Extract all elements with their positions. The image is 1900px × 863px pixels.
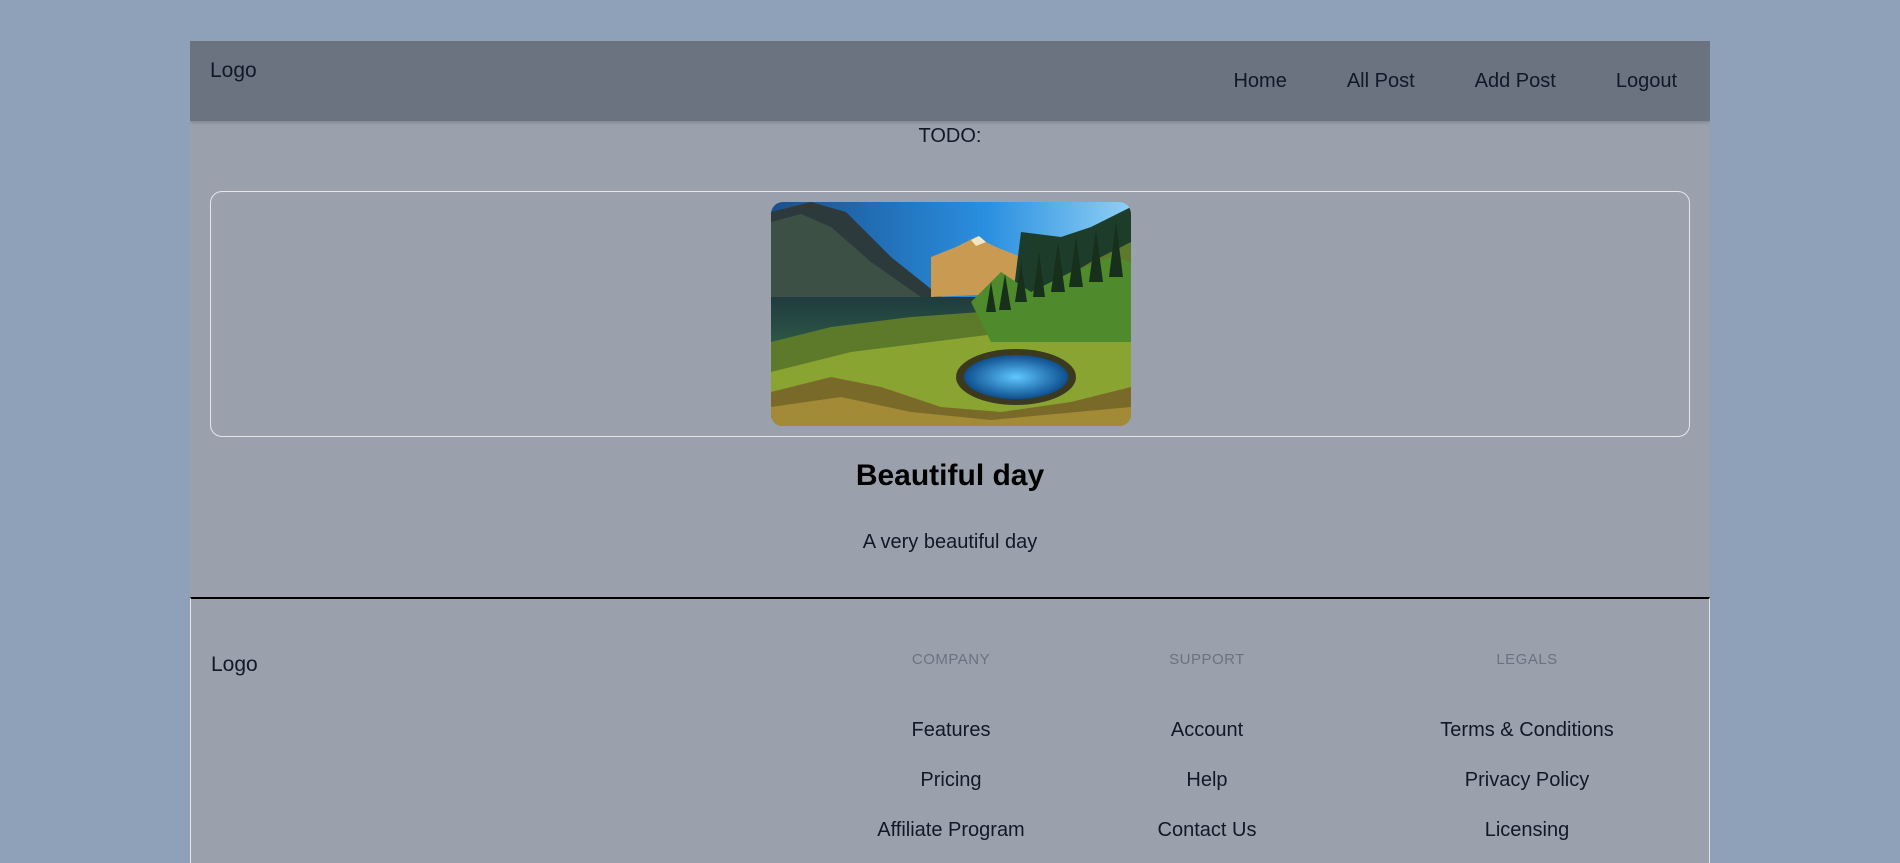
page-container: Logo Home All Post Add Post Logout TODO: [190, 41, 1710, 863]
footer-link-contact-us[interactable]: Contact Us [1107, 819, 1307, 842]
post-image [771, 202, 1131, 426]
nav-bar: Home All Post Add Post Logout [1173, 70, 1677, 93]
footer-link-pricing[interactable]: Pricing [841, 769, 1061, 792]
post-image-card[interactable] [210, 191, 1690, 437]
nav-home[interactable]: Home [1233, 70, 1286, 93]
footer-link-affiliate-program[interactable]: Affiliate Program [841, 819, 1061, 842]
nav-all-post[interactable]: All Post [1347, 70, 1415, 93]
footer-column-title: SUPPORT [1169, 651, 1245, 668]
footer-link-licensing[interactable]: Licensing [1397, 819, 1657, 842]
footer-link-features[interactable]: Features [841, 719, 1061, 742]
nav-logout[interactable]: Logout [1616, 70, 1677, 93]
nav-add-post[interactable]: Add Post [1475, 70, 1556, 93]
footer-logo[interactable]: Logo [211, 653, 258, 677]
footer: Logo COMPANY Features Pricing Affiliate … [190, 597, 1710, 863]
footer-link-account[interactable]: Account [1107, 719, 1307, 742]
footer-column-title: COMPANY [911, 651, 991, 668]
footer-link-privacy-policy[interactable]: Privacy Policy [1397, 769, 1657, 792]
header-logo[interactable]: Logo [210, 59, 257, 83]
post-title: Beautiful day [855, 459, 1045, 492]
post-description: A very beautiful day [862, 531, 1038, 553]
footer-column-title: LEGALS [1496, 651, 1558, 668]
footer-link-help[interactable]: Help [1107, 769, 1307, 792]
header: Logo Home All Post Add Post Logout [190, 41, 1710, 121]
footer-link-terms-conditions[interactable]: Terms & Conditions [1397, 719, 1657, 742]
todo-label: TODO: [918, 125, 982, 147]
